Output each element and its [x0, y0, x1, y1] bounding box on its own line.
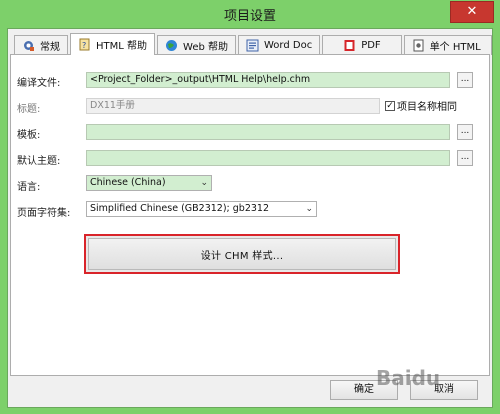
template-label: 模板:: [17, 130, 41, 141]
charset-select[interactable]: Simplified Chinese (GB2312); gb2312 ⌄: [86, 201, 317, 217]
cancel-button[interactable]: 取消: [410, 380, 478, 400]
close-button[interactable]: ✕: [450, 1, 494, 23]
tab-strip: 常规 ? HTML 帮助 Web 帮助 Word Doc PDF 单个 HTML: [14, 33, 492, 55]
project-settings-window: 项目设置 ✕ 常规 ? HTML 帮助 Web 帮助 Word Doc PDF …: [0, 0, 500, 414]
language-select[interactable]: Chinese (China) ⌄: [86, 175, 212, 191]
tab-label: HTML 帮助: [96, 41, 148, 52]
tab-web-help[interactable]: Web 帮助: [157, 35, 236, 55]
check-icon[interactable]: ✓: [385, 100, 395, 111]
tab-html-help[interactable]: ? HTML 帮助: [70, 33, 156, 55]
tab-single-html[interactable]: 单个 HTML: [403, 35, 492, 55]
html-help-panel: 编译文件: <Project_Folder>_output\HTML Help\…: [10, 54, 490, 376]
word-doc-icon: [246, 39, 259, 52]
title-bar[interactable]: 项目设置 ✕: [0, 0, 500, 28]
dialog-client: 常规 ? HTML 帮助 Web 帮助 Word Doc PDF 单个 HTML…: [7, 28, 493, 408]
default-topic-field[interactable]: [86, 150, 450, 166]
tab-label: 单个 HTML: [429, 42, 481, 53]
design-button-label: 设计 CHM 样式...: [200, 250, 284, 262]
chevron-down-icon: ⌄: [305, 204, 313, 214]
tab-pdf[interactable]: PDF: [322, 35, 402, 55]
html-help-icon: ?: [78, 38, 91, 51]
compile-file-browse-button[interactable]: ...: [457, 72, 473, 88]
design-chm-style-button[interactable]: 设计 CHM 样式...: [84, 234, 400, 274]
default-topic-label: 默认主题:: [17, 156, 61, 167]
gear-icon: [22, 39, 35, 52]
template-browse-button[interactable]: ...: [457, 124, 473, 140]
default-topic-browse-button[interactable]: ...: [457, 150, 473, 166]
ok-button-label: 确定: [354, 384, 374, 395]
chevron-down-icon: ⌄: [200, 178, 208, 188]
close-icon: ✕: [466, 4, 478, 19]
single-html-icon: [412, 39, 425, 52]
compile-file-field[interactable]: <Project_Folder>_output\HTML Help\help.c…: [86, 72, 450, 88]
title-label: 标题:: [17, 104, 41, 115]
globe-icon: [165, 39, 178, 52]
svg-text:?: ?: [82, 41, 86, 50]
ok-button[interactable]: 确定: [330, 380, 398, 400]
pdf-icon: [343, 39, 356, 52]
tab-label: 常规: [40, 42, 60, 53]
same-as-project-label: 项目名称相同: [397, 102, 457, 113]
tab-label: Word Doc: [264, 40, 313, 51]
cancel-button-label: 取消: [434, 384, 454, 395]
compile-file-label: 编译文件:: [17, 78, 61, 89]
tab-word-doc[interactable]: Word Doc: [238, 35, 321, 55]
window-title: 项目设置: [223, 8, 276, 24]
language-label: 语言:: [17, 182, 41, 193]
title-field[interactable]: DX11手册: [86, 98, 380, 114]
template-field[interactable]: [86, 124, 450, 140]
charset-label: 页面字符集:: [17, 208, 71, 219]
tab-label: PDF: [361, 40, 381, 51]
tab-general[interactable]: 常规: [14, 35, 68, 55]
language-value: Chinese (China): [90, 177, 166, 188]
tab-label: Web 帮助: [183, 42, 228, 53]
same-as-project-checkbox[interactable]: ✓ 项目名称相同: [385, 98, 457, 113]
charset-value: Simplified Chinese (GB2312); gb2312: [90, 203, 270, 214]
